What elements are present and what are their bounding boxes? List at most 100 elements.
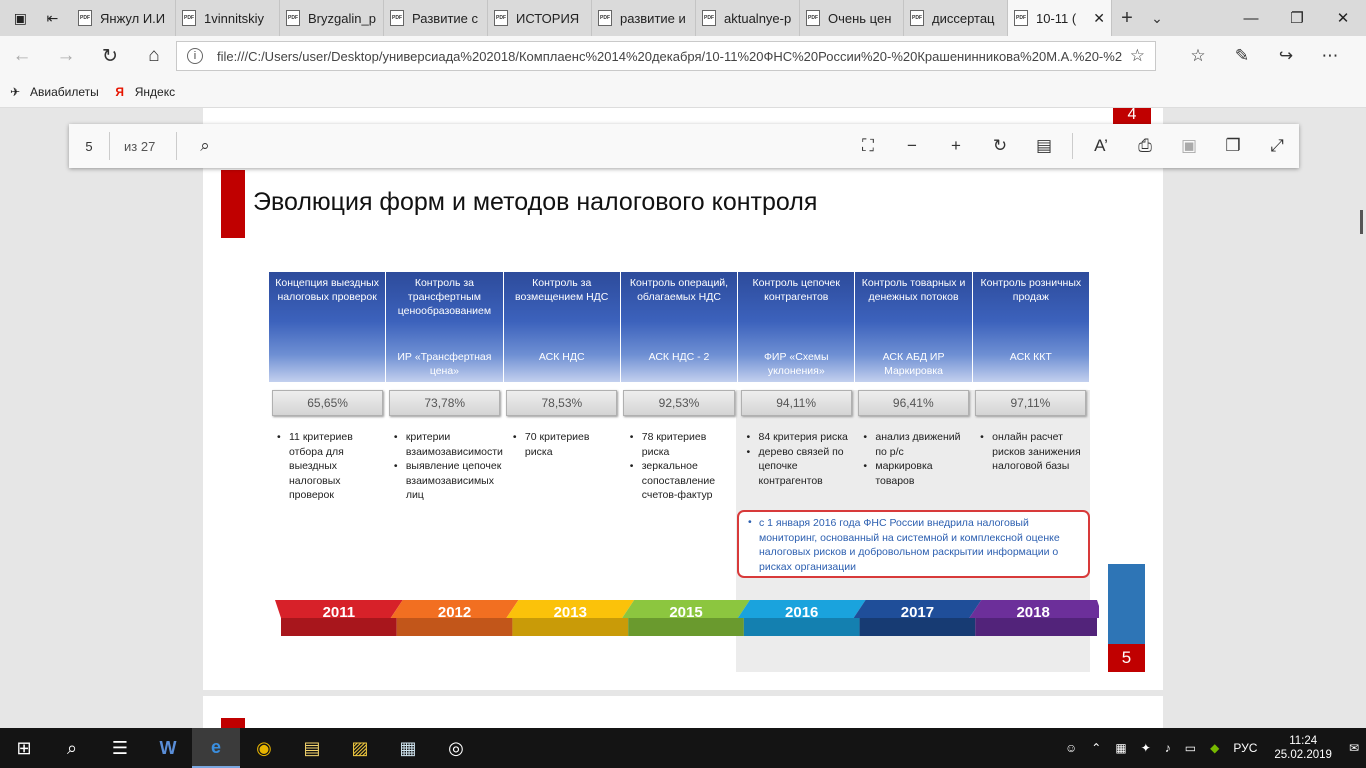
home-icon[interactable]: ⌂ — [132, 45, 176, 67]
minimize-icon[interactable]: — — [1228, 0, 1274, 36]
column-header: Контроль цепочек контрагентов ФИР «Схемы … — [738, 272, 856, 382]
task-view-icon[interactable]: ☰ — [96, 728, 144, 768]
next-pdf-page — [203, 696, 1163, 728]
people-icon[interactable]: ☺ — [1065, 741, 1077, 755]
network-icon[interactable]: ▦ — [1115, 741, 1126, 755]
tab-aside-icon[interactable]: ⇤ — [47, 10, 59, 27]
save-icon[interactable]: ▣ — [1167, 136, 1211, 156]
fit-page-icon[interactable]: ⛶ — [846, 136, 890, 156]
system-text: АСК АБД ИР Маркировка — [882, 351, 945, 377]
tab[interactable]: PDF 1vinnitskiy — [176, 0, 280, 36]
tab[interactable]: PDF Очень цен — [800, 0, 904, 36]
notes-icon[interactable]: ✎ — [1220, 46, 1264, 66]
bullet-columns: 11 критериев отбора для выездных налогов… — [269, 430, 1089, 503]
language-indicator[interactable]: РУС — [1233, 741, 1257, 755]
favorite-avia[interactable]: ✈ Авиабилеты — [8, 85, 99, 99]
tab-label: Bryzgalin_p — [308, 10, 376, 26]
save-as-icon[interactable]: ❐ — [1211, 136, 1255, 156]
browser-actions: ☆ ✎ ↪ ⋯ — [1176, 46, 1366, 66]
volume-icon[interactable]: ♪ — [1165, 741, 1171, 755]
clock-date: 25.02.2019 — [1274, 749, 1332, 761]
favorite-yandex[interactable]: Я Яндекс — [113, 85, 175, 99]
disc-icon[interactable]: ◎ — [432, 728, 480, 768]
app-icon[interactable]: ▦ — [384, 728, 432, 768]
more-icon[interactable]: ⋯ — [1308, 46, 1352, 66]
bullet-item: анализ движений по р/с — [861, 430, 970, 459]
tab[interactable]: PDF Янжул И.И — [72, 0, 176, 36]
edge-icon[interactable]: e — [192, 728, 240, 768]
header-text: Контроль операций, облагаемых НДС — [629, 277, 729, 303]
window-controls: — ❐ ✕ — [1228, 0, 1366, 36]
tab-preview-icon[interactable]: ▣ — [14, 10, 27, 27]
battery-icon[interactable]: ▭ — [1185, 741, 1196, 755]
tab[interactable]: PDF Bryzgalin_p — [280, 0, 384, 36]
timeline-year: 2013 — [554, 604, 587, 621]
pdf-icon: PDF — [390, 10, 404, 26]
word-icon[interactable]: W — [144, 728, 192, 768]
chrome-icon[interactable]: ◉ — [240, 728, 288, 768]
tab-actions: ▣ ⇤ — [0, 0, 72, 36]
bullet-item: маркировка товаров — [861, 459, 970, 488]
column-header: Контроль розничных продаж АСК ККТ — [972, 272, 1089, 382]
bullet-item: онлайн расчет рисков занижения налоговой… — [978, 430, 1087, 474]
scrollbar[interactable] — [1354, 108, 1366, 728]
forward-icon[interactable]: → — [44, 45, 88, 67]
tab-label: диссертац — [932, 10, 995, 26]
timeline-segment: 2012 — [390, 600, 519, 636]
url-field[interactable]: i file:///C:/Users/user/Desktop/универси… — [176, 41, 1156, 71]
chevron-down-icon[interactable]: ⌄ — [1142, 0, 1172, 36]
tab-bar: ▣ ⇤ PDF Янжул И.И PDF 1vinnitskiy PDF Bryzg… — [0, 0, 1366, 36]
divider — [1072, 133, 1073, 159]
pdf-page: 4 Эволюция форм и методов налогового кон… — [203, 108, 1163, 690]
tab[interactable]: PDF ИСТОРИЯ — [488, 0, 592, 36]
windows-start-icon[interactable]: ⊞ — [0, 728, 48, 768]
restore-icon[interactable]: ❐ — [1274, 0, 1320, 36]
favorite-label: Авиабилеты — [30, 84, 99, 99]
timeline-year: 2016 — [785, 604, 818, 621]
refresh-icon[interactable]: ↻ — [88, 45, 132, 68]
pdf-icon: PDF — [78, 10, 92, 26]
pdf-icon: PDF — [806, 10, 820, 26]
close-icon[interactable]: ✕ — [1093, 10, 1105, 27]
star-icon[interactable]: ☆ — [1130, 46, 1145, 66]
fullscreen-icon[interactable]: ⤢ — [1255, 136, 1299, 156]
rotate-icon[interactable]: ↻ — [978, 136, 1022, 156]
favorites-icon[interactable]: ☆ — [1176, 46, 1220, 66]
tab[interactable]: PDF развитие и — [592, 0, 696, 36]
bullet-column: 78 критериев рисказеркальное сопоставлен… — [622, 430, 739, 503]
share-icon[interactable]: ↪ — [1264, 46, 1308, 66]
back-icon[interactable]: ← — [0, 45, 44, 67]
favorite-label: Яндекс — [134, 84, 176, 99]
tab[interactable]: PDF aktualnye-p — [696, 0, 800, 36]
new-tab-icon[interactable]: + — [1112, 0, 1142, 36]
files-icon[interactable]: ▤ — [288, 728, 336, 768]
timeline-year: 2015 — [669, 604, 702, 621]
page-number-input[interactable]: 5 — [69, 139, 109, 154]
nvidia-icon[interactable]: ◆ — [1210, 741, 1219, 755]
system-text: ФИР «Схемы уклонения» — [763, 351, 829, 377]
tab-active[interactable]: PDF 10-11 (✕ — [1008, 0, 1112, 36]
file-explorer-icon[interactable]: ▨ — [336, 728, 384, 768]
page-view-icon[interactable]: ▤ — [1022, 136, 1066, 156]
scrollbar-thumb[interactable] — [1360, 210, 1363, 234]
tab[interactable]: PDF Развитие с — [384, 0, 488, 36]
info-icon[interactable]: i — [187, 48, 203, 64]
clock[interactable]: 11:24 25.02.2019 — [1274, 734, 1332, 762]
tab[interactable]: PDF диссертац — [904, 0, 1008, 36]
search-icon[interactable]: ⌕ — [177, 136, 233, 156]
bullet-column: критерии взаимозависимостивыявление цепо… — [386, 430, 505, 503]
read-aloud-icon[interactable]: A’ — [1079, 136, 1123, 156]
dropbox-icon[interactable]: ✦ — [1141, 741, 1151, 755]
zoom-in-icon[interactable]: + — [934, 136, 978, 156]
bullet-column: 11 критериев отбора для выездных налогов… — [269, 430, 386, 503]
percent-box: 94,11% — [740, 390, 852, 416]
bullet-column: 70 критериев риска — [505, 430, 622, 503]
timeline-segment: 2018 — [969, 600, 1099, 636]
zoom-out-icon[interactable]: − — [890, 136, 934, 156]
chevron-up-icon[interactable]: ⌃ — [1091, 741, 1101, 755]
close-window-icon[interactable]: ✕ — [1320, 0, 1366, 36]
url-text[interactable]: file:///C:/Users/user/Desktop/универсиад… — [217, 49, 1122, 64]
notifications-icon[interactable]: ✉ — [1349, 741, 1359, 755]
print-icon[interactable]: ⎙ — [1123, 136, 1167, 156]
search-icon[interactable]: ⌕ — [48, 728, 96, 768]
